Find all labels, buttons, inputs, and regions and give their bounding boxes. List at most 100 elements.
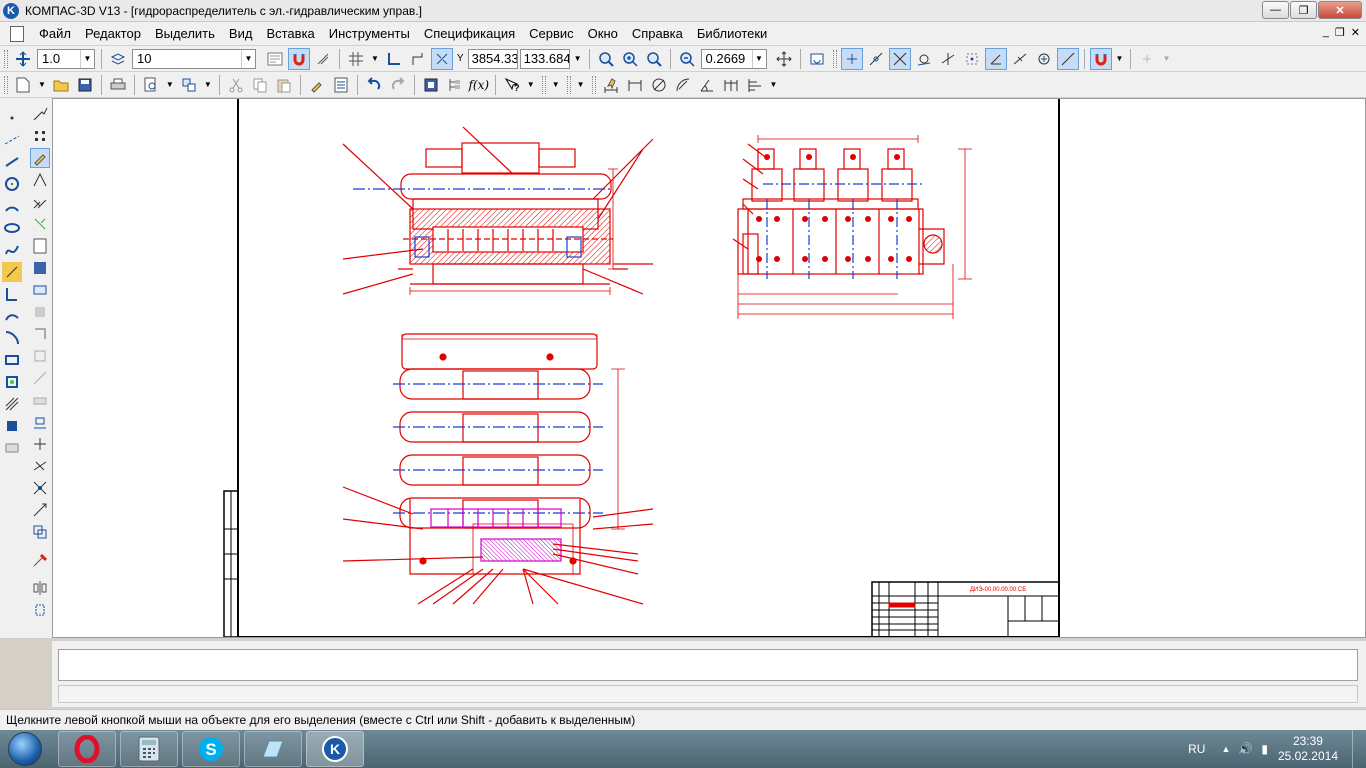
- maximize-button[interactable]: ❐: [1290, 1, 1317, 19]
- select-category-icon[interactable]: [2, 372, 22, 392]
- baseline-dimension-icon[interactable]: [744, 74, 766, 96]
- smart-dimension-icon[interactable]: [600, 74, 622, 96]
- arc-icon[interactable]: [2, 196, 22, 216]
- chevron-down-icon[interactable]: ▼: [577, 80, 585, 89]
- delete-tool-icon[interactable]: [30, 550, 50, 570]
- undo-icon[interactable]: [363, 74, 385, 96]
- trim-icon[interactable]: [30, 434, 50, 454]
- snap-magnet-icon[interactable]: [1089, 47, 1112, 70]
- open-folder-icon[interactable]: [50, 74, 72, 96]
- spec-category-icon[interactable]: [2, 394, 22, 414]
- toolbar-grip[interactable]: [541, 75, 546, 94]
- diameter-dimension-icon[interactable]: [648, 74, 670, 96]
- format-painter-icon[interactable]: [306, 74, 328, 96]
- gray-tool-icon[interactable]: [30, 346, 50, 366]
- layer-combo[interactable]: 10 ▼: [132, 48, 256, 69]
- new-document-icon[interactable]: [12, 74, 34, 96]
- coord-x-field[interactable]: 3854.33: [467, 48, 518, 69]
- circle-icon[interactable]: [2, 174, 22, 194]
- cut-line-icon[interactable]: [30, 478, 50, 498]
- properties-tabs[interactable]: [58, 685, 1358, 703]
- paste-icon[interactable]: [273, 74, 295, 96]
- doc-close-button[interactable]: ✕: [1351, 26, 1360, 39]
- menu-tools[interactable]: Инструменты: [322, 22, 417, 45]
- copy-tool-icon[interactable]: [30, 522, 50, 542]
- fragment-icon[interactable]: [30, 280, 50, 300]
- chevron-down-icon[interactable]: ▼: [574, 54, 582, 63]
- context-help-icon[interactable]: ?: [501, 74, 523, 96]
- geometry-point-icon[interactable]: [2, 108, 22, 128]
- doc-restore-button[interactable]: ❐: [1335, 26, 1345, 39]
- properties-icon[interactable]: [264, 48, 286, 70]
- menu-service[interactable]: Сервис: [522, 22, 581, 45]
- taskbar-calculator[interactable]: [120, 731, 178, 767]
- step-combo[interactable]: 1.0 ▼: [37, 48, 95, 69]
- save-icon[interactable]: [74, 74, 96, 96]
- snap-center-icon[interactable]: [1033, 48, 1055, 70]
- taskbar-skype[interactable]: S: [182, 731, 240, 767]
- grid-icon[interactable]: [345, 48, 367, 70]
- panel-expand-icon[interactable]: [2, 438, 22, 458]
- menu-editor[interactable]: Редактор: [78, 22, 148, 45]
- close-button[interactable]: ✕: [1318, 1, 1362, 19]
- magnifier-edit-icon[interactable]: [30, 148, 50, 168]
- radial-dimension-icon[interactable]: [672, 74, 694, 96]
- menu-file[interactable]: Файл: [32, 22, 78, 45]
- chevron-down-icon[interactable]: ▼: [552, 80, 560, 89]
- angular-dimension-icon[interactable]: [696, 74, 718, 96]
- snap-middle-icon[interactable]: [1009, 48, 1031, 70]
- kompas-app-icon[interactable]: K: [3, 2, 19, 19]
- toolbar-grip[interactable]: [591, 75, 596, 94]
- edit-category-icon[interactable]: [2, 306, 22, 326]
- chevron-down-icon[interactable]: ▼: [770, 80, 778, 89]
- menu-view[interactable]: Вид: [222, 22, 260, 45]
- layers-icon[interactable]: [107, 48, 129, 70]
- drawing-canvas[interactable]: ДИЭ-00.00.00.00 СБ: [52, 98, 1366, 638]
- redo-icon[interactable]: [387, 74, 409, 96]
- start-button[interactable]: [0, 730, 50, 768]
- properties-list-icon[interactable]: [330, 74, 352, 96]
- toolbar-grip[interactable]: [832, 49, 837, 68]
- round-off-icon[interactable]: [430, 47, 453, 70]
- point-tool-icon[interactable]: [30, 104, 50, 124]
- library-manager-icon[interactable]: [420, 74, 442, 96]
- snap-nearest-icon[interactable]: [865, 48, 887, 70]
- orthogonal-icon[interactable]: [312, 48, 334, 70]
- minimize-button[interactable]: —: [1262, 1, 1289, 19]
- snap-grid-icon[interactable]: [961, 48, 983, 70]
- menu-insert[interactable]: Вставка: [259, 22, 321, 45]
- chevron-down-icon[interactable]: ▼: [1116, 54, 1124, 63]
- properties-field[interactable]: [58, 649, 1358, 681]
- document-icon[interactable]: [10, 25, 24, 42]
- show-desktop-button[interactable]: [1352, 730, 1366, 768]
- hatch-category-icon[interactable]: [2, 284, 22, 304]
- snap-point-icon[interactable]: [840, 47, 863, 70]
- zoom-window-icon[interactable]: [595, 48, 617, 70]
- language-indicator[interactable]: RU: [1188, 742, 1205, 756]
- taskbar-opera[interactable]: [58, 731, 116, 767]
- extend-icon[interactable]: [30, 500, 50, 520]
- doc-minimize-button[interactable]: _: [1323, 26, 1329, 39]
- snap-intersection-icon[interactable]: [888, 47, 911, 70]
- linear-dimension-icon[interactable]: [624, 74, 646, 96]
- zoom-scale-icon[interactable]: [676, 48, 698, 70]
- snap-angle-icon[interactable]: [984, 47, 1007, 70]
- chevron-down-icon[interactable]: ▼: [527, 80, 535, 89]
- reports-category-icon[interactable]: [2, 416, 22, 436]
- snap-magnet-icon[interactable]: [288, 47, 310, 70]
- tray-expand-icon[interactable]: ▲: [1221, 744, 1230, 754]
- refresh-view-icon[interactable]: [806, 48, 828, 70]
- menu-select[interactable]: Выделить: [148, 22, 222, 45]
- toolbar-grip[interactable]: [4, 75, 8, 94]
- parallel-icon[interactable]: [30, 192, 50, 212]
- toolbar-grip[interactable]: [4, 49, 8, 68]
- menu-window[interactable]: Окно: [581, 22, 625, 45]
- taskbar-kompas[interactable]: K: [306, 731, 364, 767]
- chevron-down-icon[interactable]: ▼: [204, 80, 212, 89]
- segment-icon[interactable]: [2, 152, 22, 172]
- rotate-icon[interactable]: [30, 600, 50, 620]
- mirror-icon[interactable]: [30, 578, 50, 598]
- clock[interactable]: 23:39 25.02.2014: [1278, 734, 1338, 764]
- collinear-icon[interactable]: [30, 170, 50, 190]
- break-icon[interactable]: [30, 456, 50, 476]
